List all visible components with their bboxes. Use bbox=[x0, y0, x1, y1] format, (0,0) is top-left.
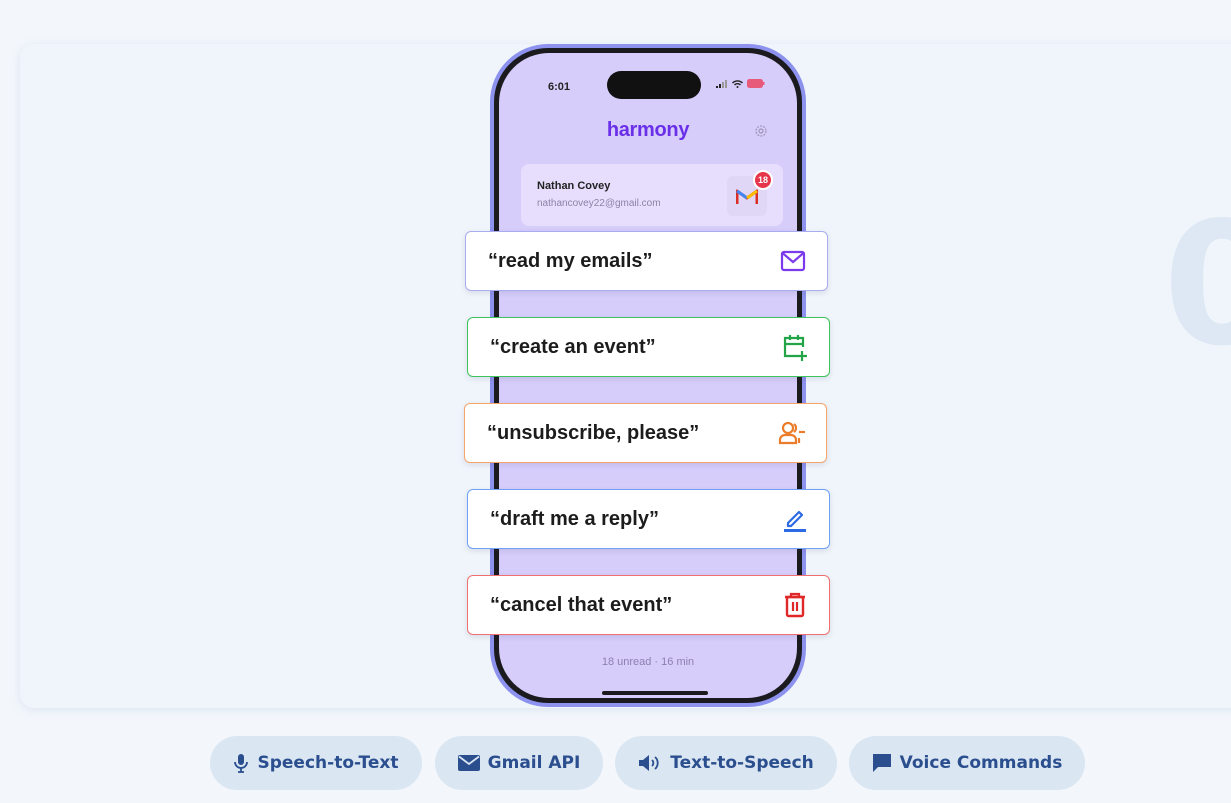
chat-bubble-icon bbox=[872, 754, 891, 772]
dynamic-island bbox=[607, 71, 701, 99]
envelope-icon bbox=[457, 755, 480, 771]
command-text: “create an event” bbox=[490, 335, 656, 358]
battery-icon bbox=[747, 79, 765, 88]
unread-summary: 18 unread · 16 min bbox=[601, 656, 695, 668]
wifi-icon bbox=[732, 79, 743, 88]
mail-icon bbox=[779, 247, 807, 275]
feature-label: Voice Commands bbox=[899, 753, 1063, 773]
pencil-icon bbox=[781, 505, 809, 533]
background-number: 0 bbox=[1163, 186, 1231, 384]
feature-label: Speech-to-Text bbox=[257, 753, 399, 773]
command-cancel-event[interactable]: “cancel that event” bbox=[467, 575, 830, 635]
command-create-event[interactable]: “create an event” bbox=[467, 317, 830, 377]
trash-icon bbox=[781, 591, 809, 619]
command-text: “unsubscribe, please” bbox=[487, 421, 700, 444]
settings-gear-icon[interactable] bbox=[753, 123, 769, 144]
speaker-icon bbox=[639, 755, 659, 771]
feature-label: Text-to-Speech bbox=[670, 753, 814, 773]
calendar-plus-icon bbox=[781, 333, 809, 361]
user-remove-icon bbox=[778, 419, 806, 447]
home-indicator bbox=[602, 691, 708, 695]
microphone-icon bbox=[234, 754, 249, 773]
command-read-emails[interactable]: “read my emails” bbox=[465, 231, 828, 291]
unread-badge: 18 bbox=[753, 170, 773, 190]
signal-icon bbox=[716, 79, 727, 88]
command-text: “read my emails” bbox=[488, 249, 653, 272]
status-time: 6:01 bbox=[548, 81, 571, 93]
feature-pill-gmail-api[interactable]: Gmail API bbox=[435, 736, 603, 790]
account-card[interactable]: Nathan Covey nathancovey22@gmail.com 18 bbox=[521, 164, 783, 226]
command-text: “draft me a reply” bbox=[490, 507, 659, 530]
feature-pill-voice-commands[interactable]: Voice Commands bbox=[849, 736, 1085, 790]
feature-label: Gmail API bbox=[487, 753, 581, 773]
feature-pill-text-to-speech[interactable]: Text-to-Speech bbox=[615, 736, 837, 790]
account-email: nathancovey22@gmail.com bbox=[537, 198, 661, 209]
gmail-icon: 18 bbox=[727, 170, 773, 216]
command-unsubscribe[interactable]: “unsubscribe, please” bbox=[464, 403, 827, 463]
account-name: Nathan Covey bbox=[537, 180, 611, 192]
feature-pill-speech-to-text[interactable]: Speech-to-Text bbox=[210, 736, 422, 790]
command-draft-reply[interactable]: “draft me a reply” bbox=[467, 489, 830, 549]
status-icons bbox=[716, 79, 765, 88]
command-text: “cancel that event” bbox=[490, 593, 673, 616]
